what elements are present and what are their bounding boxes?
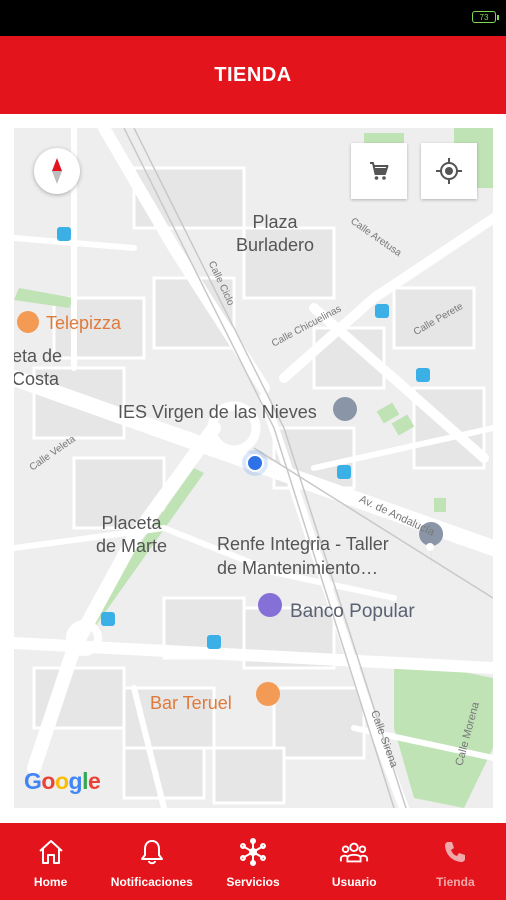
services-icon [238,837,268,867]
shopping-cart-icon [370,162,389,180]
map-poi-bar-teruel[interactable]: Bar Teruel [150,693,232,714]
nav-item-tienda[interactable]: Tienda [405,823,506,900]
page-title: TIENDA [214,63,292,86]
nav-label-usuario: Usuario [331,875,377,889]
google-logo: Google [24,768,101,794]
app-bar: TIENDA [0,36,506,114]
nav-label-tienda: Tienda [436,875,475,889]
bell-icon [137,837,167,867]
map-poi-renfe[interactable]: Renfe Integria - Taller de Mantenimiento… [217,532,389,580]
home-icon [36,837,66,867]
users-icon [339,837,369,867]
nav-item-notificaciones[interactable]: Notificaciones [101,823,202,900]
map-view[interactable]: Plaza Burladero Placeta de Marte eta de … [14,128,493,808]
status-bar: 73 [0,0,506,36]
nav-item-usuario[interactable]: Usuario [304,823,405,900]
map-poi-telepizza[interactable]: Telepizza [46,313,121,334]
map-poi-banco-popular[interactable]: Banco Popular [290,601,415,623]
battery-level: 73 [479,12,489,22]
battery-icon: 73 [472,11,499,23]
map-poi-ies[interactable]: IES Virgen de las Nieves [118,402,317,423]
cart-button[interactable] [351,143,407,199]
map-place-plaza-burladero: Plaza Burladero [236,212,315,255]
nav-item-servicios[interactable]: Servicios [202,823,303,900]
crosshair-icon [436,158,462,184]
map-place-veta-de-costa: eta de Costa [14,346,63,389]
compass-icon [52,158,62,184]
my-location-button[interactable] [421,143,477,199]
compass-button[interactable] [34,148,80,194]
nav-label-notificaciones: Notificaciones [110,875,193,889]
map-place-placeta-de-marte: Placeta de Marte [96,513,168,556]
phone-icon [440,837,470,867]
nav-label-servicios: Servicios [226,875,280,889]
nav-label-home: Home [33,875,68,889]
bottom-nav: Home Notificaciones Servicios Usuario Ti… [0,823,506,900]
nav-item-home[interactable]: Home [0,823,101,900]
